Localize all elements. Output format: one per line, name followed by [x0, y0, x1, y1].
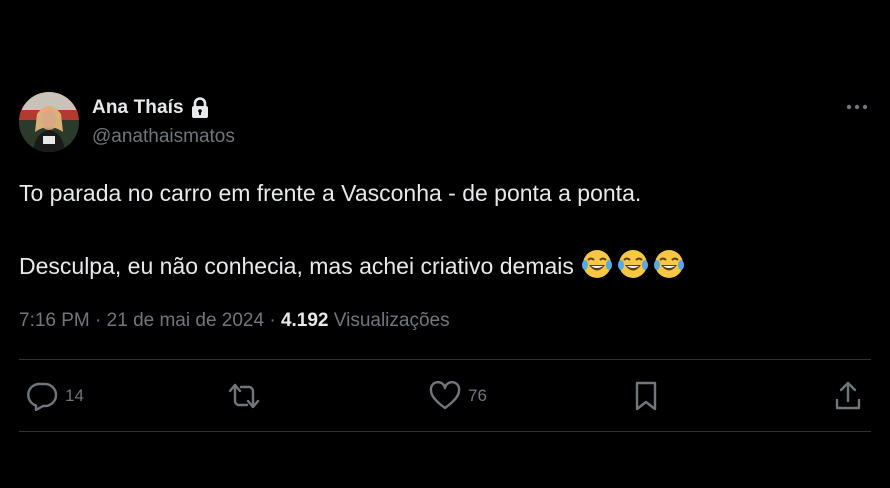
tweet-text: To parada no carro em frente a Vasconha … — [19, 178, 869, 280]
views-count: 4.192 — [280, 310, 329, 331]
views-label: Visualizações — [333, 310, 450, 331]
tweet-text-line-2-text: Desculpa, eu não conhecia, mas achei cri… — [19, 253, 574, 279]
action-bar: 14 76 — [0, 376, 890, 416]
more-icon[interactable] — [843, 98, 871, 116]
tweet-text-gap — [19, 209, 869, 249]
bookmark-button[interactable] — [632, 376, 660, 416]
tweet-card: Ana Thaís @anathaismatos To parada no ca… — [0, 0, 890, 488]
author-name-row: Ana Thaís — [92, 96, 210, 120]
display-name[interactable]: Ana Thaís — [92, 97, 184, 119]
lock-icon — [190, 97, 210, 119]
retweet-button[interactable] — [227, 376, 261, 416]
tweet-text-line-1: To parada no carro em frente a Vasconha … — [19, 180, 642, 206]
share-button[interactable] — [833, 376, 863, 416]
share-icon — [833, 380, 863, 412]
reply-button[interactable]: 14 — [26, 376, 84, 416]
laughing-emoji-group — [582, 249, 686, 287]
avatar[interactable] — [19, 92, 79, 152]
bookmark-icon — [632, 380, 660, 412]
heart-icon — [429, 381, 461, 411]
like-count: 76 — [468, 386, 487, 405]
author-handle[interactable]: @anathaismatos — [92, 126, 235, 148]
tweet-date[interactable]: 21 de mai de 2024 — [107, 310, 264, 331]
tears-of-joy-emoji — [582, 250, 613, 278]
meta-separator: · — [264, 310, 281, 331]
divider-bottom — [19, 431, 871, 432]
retweet-icon — [227, 381, 261, 411]
like-button[interactable]: 76 — [429, 376, 487, 416]
divider-top — [19, 359, 871, 360]
reply-icon — [26, 381, 58, 411]
reply-count: 14 — [65, 386, 84, 405]
tweet-meta: 7:16 PM · 21 de mai de 2024 · 4.192 Visu… — [19, 310, 450, 332]
tweet-time[interactable]: 7:16 PM — [19, 310, 90, 331]
tweet-text-line-2: Desculpa, eu não conhecia, mas achei cri… — [19, 249, 869, 280]
meta-separator: · — [89, 310, 107, 331]
